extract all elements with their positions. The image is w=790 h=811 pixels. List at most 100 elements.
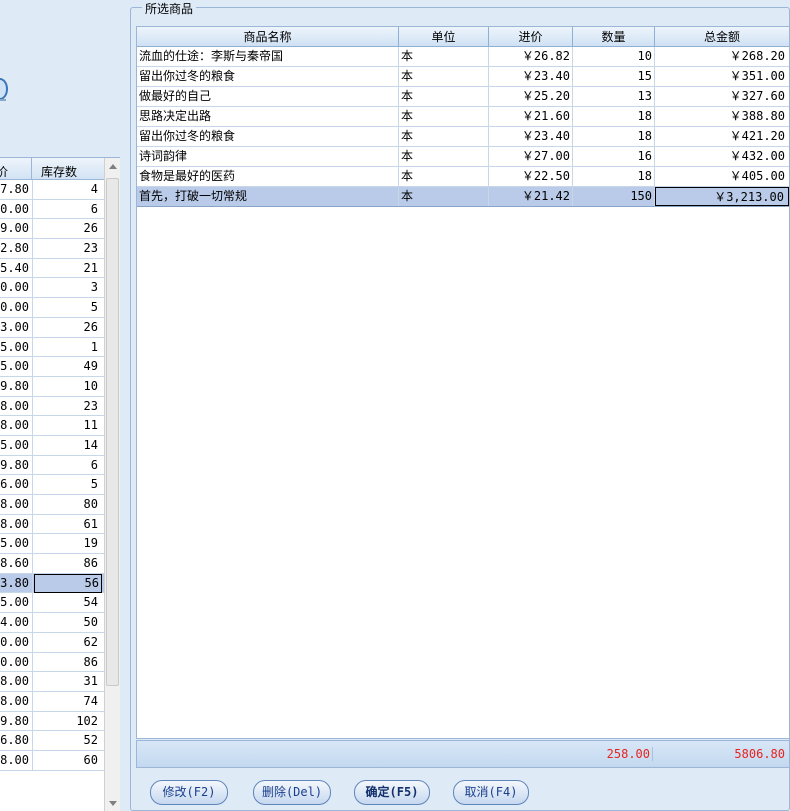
table-row[interactable]: 2.80 23: [0, 239, 104, 259]
total-cell: ￥405.00: [729, 169, 785, 183]
table-row[interactable]: 5.00 14: [0, 435, 104, 456]
name-cell: 思路决定出路: [137, 107, 399, 126]
qty-cell: 18: [573, 127, 655, 146]
stock-cell: 54: [83, 595, 98, 610]
scroll-thumb[interactable]: [106, 178, 119, 686]
price-cell: 5.00: [0, 437, 29, 452]
price-cell: 5.40: [0, 260, 29, 275]
unit-cell: 本: [399, 167, 489, 186]
scroll-up-arrow-icon[interactable]: [109, 164, 117, 169]
column-header-name[interactable]: 商品名称: [137, 27, 399, 47]
table-row[interactable]: 9.80 6: [0, 455, 104, 476]
price-cell: 0.00: [0, 280, 29, 295]
stock-cell: 11: [83, 418, 98, 433]
table-row[interactable]: 5.00 54: [0, 593, 104, 614]
name-cell: 流血的仕途：李斯与秦帝国: [137, 47, 399, 66]
column-header-total[interactable]: 总金额: [655, 27, 789, 47]
table-row[interactable]: 留出你过冬的粮食本 ￥23.40 18 ￥421.20: [137, 127, 789, 147]
table-row[interactable]: 0.00 86: [0, 652, 104, 673]
table-row[interactable]: 4.00 50: [0, 613, 104, 633]
table-row[interactable]: 8.60 86: [0, 554, 104, 574]
table-row[interactable]: 5.40 21: [0, 258, 104, 279]
table-row[interactable]: 食物是最好的医药本 ￥22.50 18 ￥405.00: [137, 167, 789, 187]
price-cell: 9.80: [0, 457, 29, 472]
stock-cell: 86: [83, 556, 98, 571]
price-cell: 8.00: [0, 497, 29, 511]
table-row[interactable]: 0.00 3: [0, 278, 104, 299]
delete-button[interactable]: 删除(Del): [253, 780, 331, 805]
unit-cell: 本: [399, 127, 489, 146]
group-title: 所选商品: [142, 0, 197, 17]
table-row[interactable]: 首先，打破一切常规本 ￥21.42 150 ￥3,213.00: [137, 187, 789, 207]
unit-cell: 本: [399, 187, 489, 206]
cancel-button[interactable]: 取消(F4): [453, 780, 529, 805]
table-row[interactable]: 9.80 102: [0, 711, 104, 732]
price-cell: 9.00: [0, 221, 29, 236]
stock-cell: 80: [83, 497, 98, 511]
table-row[interactable]: 5.00 49: [0, 357, 104, 377]
table-row[interactable]: 8.00 23: [0, 396, 104, 417]
selected-goods-table: 商品名称 单位 进价 数量 总金额 流血的仕途：李斯与秦帝国本 ￥26.82 10 ￥…: [136, 26, 790, 739]
stock-table: 价 库存数 7.8040.0069.00262.80235.40210.0030…: [0, 157, 120, 811]
table-row[interactable]: 流血的仕途：李斯与秦帝国本 ￥26.82 10 ￥268.20: [137, 47, 789, 67]
stock-cell: 6: [90, 457, 98, 472]
confirm-button[interactable]: 确定(F5): [354, 780, 430, 805]
name-cell: 首先，打破一切常规: [137, 187, 399, 206]
scrollbar[interactable]: [104, 158, 120, 811]
stock-cell: 86: [83, 654, 98, 669]
total-cell: ￥327.60: [729, 89, 785, 103]
search-icon[interactable]: [0, 78, 8, 100]
price-cell: 5.00: [0, 536, 29, 551]
stock-cell: 31: [83, 674, 98, 689]
table-row[interactable]: 8.00 11: [0, 416, 104, 436]
column-header-stock[interactable]: 库存数: [33, 158, 104, 180]
column-header-price[interactable]: 进价: [489, 27, 573, 47]
table-header: 商品名称 单位 进价 数量 总金额: [137, 27, 789, 47]
table-row[interactable]: 8.00 74: [0, 691, 104, 712]
table-row[interactable]: 8.00 31: [0, 672, 104, 692]
table-row[interactable]: 思路决定出路本 ￥21.60 18 ￥388.80: [137, 107, 789, 127]
amount-total: 5806.80: [734, 747, 785, 761]
table-row[interactable]: 0.00 5: [0, 298, 104, 318]
price-cell: 8.00: [0, 674, 29, 689]
unit-cell: 本: [399, 67, 489, 86]
scroll-down-arrow-icon[interactable]: [109, 801, 117, 806]
price-cell: ￥23.40: [489, 127, 573, 146]
price-cell: 8.00: [0, 398, 29, 413]
total-cell: ￥351.00: [729, 69, 785, 83]
table-row[interactable]: 0.00 62: [0, 632, 104, 653]
table-row[interactable]: 8.00 60: [0, 750, 104, 771]
column-header-price[interactable]: 价: [0, 158, 32, 180]
price-cell: 3.00: [0, 319, 29, 334]
column-header-unit[interactable]: 单位: [399, 27, 489, 47]
unit-cell: 本: [399, 107, 489, 126]
name-cell: 诗词韵律: [137, 147, 399, 166]
table-row[interactable]: 诗词韵律本 ￥27.00 16 ￥432.00: [137, 147, 789, 167]
price-cell: 0.00: [0, 201, 29, 216]
table-row[interactable]: 8.00 80: [0, 495, 104, 515]
total-cell: ￥421.20: [729, 129, 785, 143]
price-cell: 4.00: [0, 615, 29, 630]
table-row[interactable]: 留出你过冬的粮食本 ￥23.40 15 ￥351.00: [137, 67, 789, 87]
table-row[interactable]: 8.00 61: [0, 514, 104, 535]
stock-cell: 3: [90, 280, 98, 295]
qty-cell: 16: [573, 147, 655, 166]
column-header-qty[interactable]: 数量: [573, 27, 655, 47]
table-row[interactable]: 3.80 56: [0, 573, 104, 594]
table-row[interactable]: 6.80 52: [0, 731, 104, 751]
table-row[interactable]: 5.00 19: [0, 534, 104, 555]
price-cell: ￥26.82: [489, 47, 573, 66]
table-row[interactable]: 做最好的自己本 ￥25.20 13 ￥327.60: [137, 87, 789, 107]
table-row[interactable]: 7.80 4: [0, 180, 104, 200]
total-cell: ￥268.20: [729, 49, 785, 63]
table-row[interactable]: 0.00 6: [0, 199, 104, 220]
modify-button[interactable]: 修改(F2): [150, 780, 228, 805]
table-row[interactable]: 9.00 26: [0, 219, 104, 240]
price-cell: 8.00: [0, 516, 29, 531]
stock-cell: 56: [34, 573, 102, 593]
table-row[interactable]: 5.00 1: [0, 337, 104, 358]
table-row[interactable]: 9.80 10: [0, 376, 104, 397]
table-row[interactable]: 6.00 5: [0, 475, 104, 495]
price-cell: 0.00: [0, 634, 29, 649]
table-row[interactable]: 3.00 26: [0, 317, 104, 338]
